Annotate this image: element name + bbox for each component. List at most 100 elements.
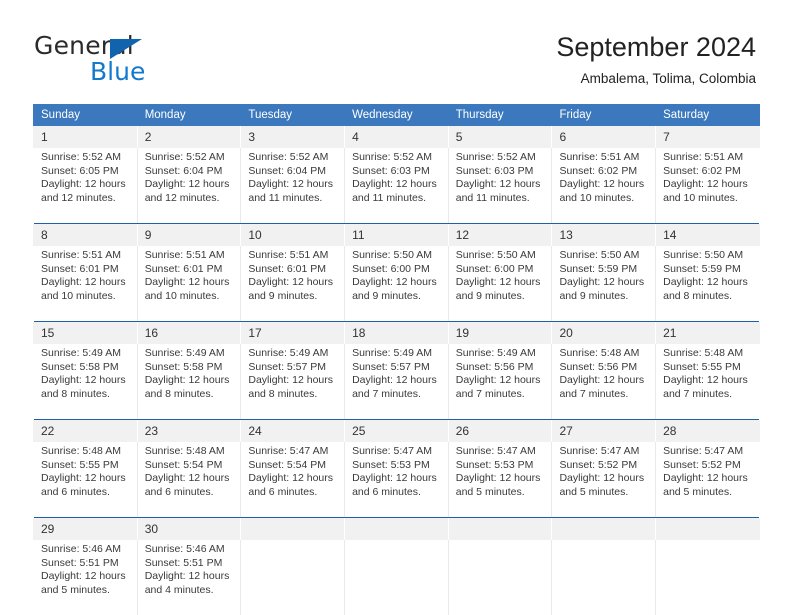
day-number-cell[interactable]: 10 [240, 224, 346, 246]
day-detail-cell[interactable] [447, 540, 553, 615]
sunrise-text: Sunrise: 5:52 AM [455, 151, 536, 163]
day-detail-cell[interactable]: Sunrise: 5:47 AM Sunset: 5:53 PM Daylight:… [447, 442, 553, 517]
page-subtitle: Ambalema, Tolima, Colombia [580, 71, 756, 86]
day-detail-cell[interactable]: Sunrise: 5:51 AM Sunset: 6:02 PM Daylight:… [655, 148, 760, 223]
day-number-cell[interactable]: 5 [447, 126, 553, 148]
day-detail-cell[interactable]: Sunrise: 5:51 AM Sunset: 6:01 PM Daylight:… [240, 246, 346, 321]
day-number-cell[interactable]: 21 [655, 322, 760, 344]
sunset-text: Sunset: 6:05 PM [41, 164, 119, 177]
day-number-cell[interactable]: 7 [655, 126, 760, 148]
day-detail-cell[interactable]: Sunrise: 5:51 AM Sunset: 6:01 PM Daylight:… [136, 246, 242, 321]
sunset-text: Sunset: 6:00 PM [455, 262, 534, 275]
day-number-row: 15 16 17 18 19 20 21 [33, 322, 760, 344]
daylight-text-line1: Daylight: 12 hours [41, 178, 126, 191]
day-number-cell[interactable]: 2 [136, 126, 242, 148]
day-detail-cell[interactable]: Sunrise: 5:49 AM Sunset: 5:57 PM Daylight:… [344, 344, 449, 419]
day-number-cell[interactable] [655, 518, 760, 540]
daylight-text-line1: Daylight: 12 hours [41, 472, 126, 485]
day-number-row: 22 23 24 25 26 27 28 [33, 420, 760, 442]
daylight-text-line1: Daylight: 12 hours [144, 374, 230, 387]
sunset-text: Sunset: 5:53 PM [455, 458, 534, 471]
day-number-cell[interactable] [447, 518, 553, 540]
day-number-cell[interactable]: 18 [344, 322, 449, 344]
day-detail-cell[interactable]: Sunrise: 5:52 AM Sunset: 6:05 PM Daylight:… [33, 148, 138, 223]
day-detail-cell[interactable]: Sunrise: 5:52 AM Sunset: 6:03 PM Daylight:… [344, 148, 449, 223]
day-detail-cell[interactable]: Sunrise: 5:51 AM Sunset: 6:02 PM Daylight:… [551, 148, 657, 223]
day-number-cell[interactable]: 29 [33, 518, 138, 540]
day-detail-cell[interactable]: Sunrise: 5:52 AM Sunset: 6:04 PM Daylight:… [136, 148, 242, 223]
day-detail-cell[interactable]: Sunrise: 5:50 AM Sunset: 6:00 PM Daylight:… [344, 246, 449, 321]
day-detail-cell[interactable]: Sunrise: 5:49 AM Sunset: 5:58 PM Daylight:… [136, 344, 242, 419]
sunset-text: Sunset: 5:55 PM [41, 458, 119, 471]
day-detail-cell[interactable] [344, 540, 449, 615]
day-number-cell[interactable]: 13 [551, 224, 657, 246]
day-number-cell[interactable]: 14 [655, 224, 760, 246]
day-number-cell[interactable]: 30 [136, 518, 242, 540]
day-detail-cell[interactable]: Sunrise: 5:52 AM Sunset: 6:03 PM Daylight:… [447, 148, 553, 223]
day-detail-cell[interactable]: Sunrise: 5:50 AM Sunset: 6:00 PM Daylight:… [447, 246, 553, 321]
day-detail-cell[interactable]: Sunrise: 5:47 AM Sunset: 5:53 PM Daylight:… [344, 442, 449, 517]
day-detail-cell[interactable]: Sunrise: 5:49 AM Sunset: 5:56 PM Daylight:… [447, 344, 553, 419]
day-number-cell[interactable]: 3 [240, 126, 346, 148]
daylight-text-line2: and 6 minutes. [144, 485, 214, 498]
daylight-text-line1: Daylight: 12 hours [663, 472, 748, 485]
daylight-text-line2: and 10 minutes. [663, 191, 738, 204]
daylight-text-line1: Daylight: 12 hours [455, 472, 541, 485]
day-detail-cell[interactable]: Sunrise: 5:47 AM Sunset: 5:52 PM Daylight:… [655, 442, 760, 517]
sunset-text: Sunset: 5:58 PM [144, 360, 223, 373]
day-number-cell[interactable]: 11 [344, 224, 449, 246]
daylight-text-line2: and 7 minutes. [663, 387, 733, 400]
day-detail-cell[interactable]: Sunrise: 5:51 AM Sunset: 6:01 PM Daylight:… [33, 246, 138, 321]
day-number-cell[interactable] [240, 518, 346, 540]
day-number-cell[interactable]: 28 [655, 420, 760, 442]
day-detail-cell[interactable]: Sunrise: 5:47 AM Sunset: 5:52 PM Daylight:… [551, 442, 657, 517]
day-number-cell[interactable]: 20 [551, 322, 657, 344]
day-number-cell[interactable]: 12 [447, 224, 553, 246]
day-number-cell[interactable]: 26 [447, 420, 553, 442]
day-detail-cell[interactable]: Sunrise: 5:48 AM Sunset: 5:55 PM Daylight:… [655, 344, 760, 419]
day-number-cell[interactable]: 19 [447, 322, 553, 344]
brand-logo[interactable]: General Blue [34, 33, 234, 89]
day-detail-cell[interactable] [655, 540, 760, 615]
daylight-text-line1: Daylight: 12 hours [663, 276, 748, 289]
day-number-cell[interactable]: 6 [551, 126, 657, 148]
day-detail-cell[interactable]: Sunrise: 5:46 AM Sunset: 5:51 PM Daylight:… [136, 540, 242, 615]
day-number-cell[interactable]: 15 [33, 322, 138, 344]
day-number-cell[interactable] [551, 518, 657, 540]
day-detail-cell[interactable] [551, 540, 657, 615]
calendar-header-row: Sunday Monday Tuesday Wednesday Thursday… [33, 104, 760, 126]
day-detail-cell[interactable]: Sunrise: 5:49 AM Sunset: 5:57 PM Daylight:… [240, 344, 346, 419]
day-number-cell[interactable]: 9 [136, 224, 242, 246]
blue-triangle-icon [110, 39, 142, 59]
day-detail-cell[interactable]: Sunrise: 5:48 AM Sunset: 5:55 PM Daylight:… [33, 442, 138, 517]
daylight-text-line2: and 5 minutes. [455, 485, 525, 498]
day-detail-cell[interactable] [240, 540, 346, 615]
day-number-cell[interactable]: 22 [33, 420, 138, 442]
day-detail-cell[interactable]: Sunrise: 5:49 AM Sunset: 5:58 PM Daylight:… [33, 344, 138, 419]
day-number-cell[interactable] [344, 518, 449, 540]
sunset-text: Sunset: 6:02 PM [663, 164, 741, 177]
day-number-cell[interactable]: 24 [240, 420, 346, 442]
day-number-cell[interactable]: 25 [344, 420, 449, 442]
day-detail-cell[interactable]: Sunrise: 5:50 AM Sunset: 5:59 PM Daylight:… [551, 246, 657, 321]
day-number-cell[interactable]: 27 [551, 420, 657, 442]
day-detail-cell[interactable]: Sunrise: 5:50 AM Sunset: 5:59 PM Daylight:… [655, 246, 760, 321]
column-header-tuesday: Tuesday [240, 104, 346, 126]
daylight-text-line2: and 4 minutes. [144, 583, 214, 596]
day-number-cell[interactable]: 1 [33, 126, 138, 148]
sunrise-text: Sunrise: 5:51 AM [559, 151, 640, 163]
day-detail-cell[interactable]: Sunrise: 5:46 AM Sunset: 5:51 PM Daylight:… [33, 540, 138, 615]
sunrise-text: Sunrise: 5:47 AM [248, 445, 329, 457]
day-number-cell[interactable]: 16 [136, 322, 242, 344]
day-number-cell[interactable]: 23 [136, 420, 242, 442]
day-detail-cell[interactable]: Sunrise: 5:48 AM Sunset: 5:56 PM Daylight:… [551, 344, 657, 419]
daylight-text-line1: Daylight: 12 hours [663, 178, 748, 191]
day-number-cell[interactable]: 8 [33, 224, 138, 246]
day-detail-cell[interactable]: Sunrise: 5:47 AM Sunset: 5:54 PM Daylight:… [240, 442, 346, 517]
day-detail-cell[interactable]: Sunrise: 5:52 AM Sunset: 6:04 PM Daylight:… [240, 148, 346, 223]
day-detail-row: Sunrise: 5:51 AM Sunset: 6:01 PM Daylight:… [33, 246, 760, 321]
day-detail-cell[interactable]: Sunrise: 5:48 AM Sunset: 5:54 PM Daylight:… [136, 442, 242, 517]
daylight-text-line2: and 10 minutes. [559, 191, 635, 204]
day-number-cell[interactable]: 4 [344, 126, 449, 148]
day-number-cell[interactable]: 17 [240, 322, 346, 344]
